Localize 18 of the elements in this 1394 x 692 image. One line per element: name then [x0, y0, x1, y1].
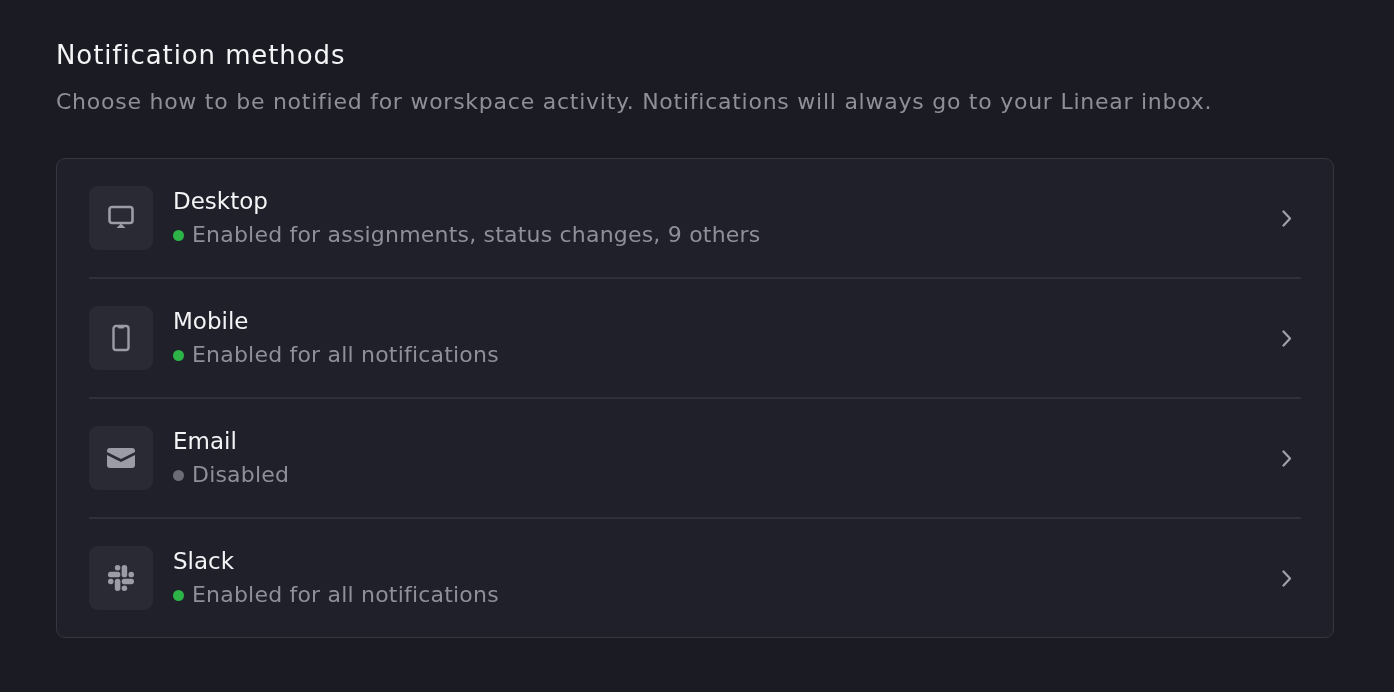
phone-icon: [89, 306, 153, 370]
method-title: Mobile: [173, 307, 249, 335]
method-title: Email: [173, 427, 237, 455]
hash-logo-icon: [89, 546, 153, 610]
section-title: Notification methods: [56, 39, 346, 72]
section-description: Choose how to be notified for worskpace activity. Notifications will always go to your Linear inbox.: [56, 88, 1213, 116]
envelope-icon: [89, 426, 153, 490]
chevron-right-icon[interactable]: [1282, 209, 1292, 227]
method-status: Enabled for all notifications: [192, 341, 499, 369]
chevron-right-icon[interactable]: [1282, 569, 1292, 587]
monitor-icon: [89, 186, 153, 250]
method-title: Desktop: [173, 187, 268, 215]
method-status: Enabled for assignments, status changes, 9 others: [192, 221, 761, 249]
method-status: Disabled: [192, 461, 290, 489]
chevron-right-icon[interactable]: [1282, 329, 1292, 347]
method-status: Enabled for all notifications: [192, 581, 499, 609]
method-title: Slack: [173, 547, 235, 575]
chevron-right-icon[interactable]: [1282, 449, 1292, 467]
